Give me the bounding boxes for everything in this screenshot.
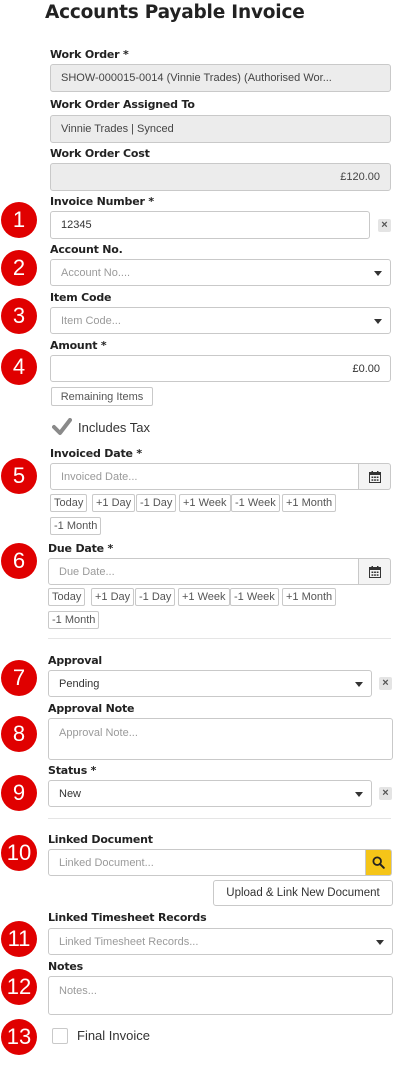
amount-input[interactable]: £0.00 [50, 355, 391, 382]
chevron-down-icon [374, 318, 382, 324]
linked-document-search-button[interactable] [366, 849, 392, 876]
badge-13: 13 [1, 1019, 37, 1055]
status-value: New [59, 787, 82, 800]
badge-3: 3 [1, 298, 37, 334]
clear-status-icon[interactable]: × [379, 787, 392, 800]
item-code-placeholder: Item Code... [61, 314, 121, 327]
work-order-label: Work Order * [50, 48, 129, 61]
due-date-input[interactable]: Due Date... [48, 558, 359, 585]
approval-note-textarea[interactable]: Approval Note... [48, 718, 393, 760]
notes-textarea[interactable]: Notes... [48, 976, 393, 1015]
status-select[interactable]: New [48, 780, 372, 807]
due-date-calendar-button[interactable] [359, 558, 391, 585]
badge-2: 2 [1, 250, 37, 286]
badge-10: 10 [1, 835, 37, 871]
due-quick-minus-1-month[interactable]: -1 Month [48, 611, 100, 629]
badge-9: 9 [1, 775, 37, 811]
notes-label: Notes [48, 960, 84, 973]
badge-6: 6 [1, 543, 37, 579]
badge-5: 5 [1, 458, 37, 494]
account-no-label: Account No. [50, 243, 123, 256]
final-invoice-checkbox[interactable] [52, 1028, 68, 1044]
invoice-number-input[interactable]: 12345 [50, 211, 370, 239]
due-quick-minus-1-day[interactable]: -1 Day [135, 588, 176, 606]
badge-4: 4 [1, 349, 37, 385]
search-icon [372, 856, 385, 869]
remaining-items-button[interactable]: Remaining Items [51, 387, 153, 406]
approval-label: Approval [48, 654, 103, 667]
due-date-label: Due Date * [48, 542, 114, 555]
invoiced-date-placeholder: Invoiced Date... [61, 470, 138, 483]
assigned-to-value: Vinnie Trades | Synced [61, 123, 174, 135]
notes-placeholder: Notes... [59, 985, 97, 997]
clear-invoice-number-icon[interactable]: × [378, 219, 391, 232]
final-invoice-label: Final Invoice [77, 1028, 150, 1043]
work-order-value: SHOW-000015-0014 (Vinnie Trades) (Author… [61, 72, 332, 84]
invoiced-quick-plus-1-week[interactable]: +1 Week [179, 494, 231, 512]
upload-link-document-button[interactable]: Upload & Link New Document [213, 880, 393, 906]
invoiced-quick-minus-1-week[interactable]: -1 Week [231, 494, 280, 512]
cost-field: £120.00 [50, 163, 391, 191]
assigned-to-field: Vinnie Trades | Synced [50, 115, 391, 143]
invoiced-quick-minus-1-month[interactable]: -1 Month [50, 517, 102, 535]
approval-select[interactable]: Pending [48, 670, 372, 697]
chevron-down-icon [376, 939, 384, 945]
approval-note-label: Approval Note [48, 702, 135, 715]
divider [48, 638, 391, 639]
badge-7: 7 [1, 660, 37, 696]
approval-value: Pending [59, 677, 100, 690]
chevron-down-icon [374, 270, 382, 276]
invoiced-quick-plus-1-day[interactable]: +1 Day [92, 494, 136, 512]
linked-document-placeholder: Linked Document... [59, 856, 154, 869]
invoiced-date-label: Invoiced Date * [50, 447, 142, 460]
calendar-icon [368, 470, 381, 483]
item-code-select[interactable]: Item Code... [50, 307, 391, 334]
cost-value: £120.00 [340, 171, 380, 183]
linked-timesheets-placeholder: Linked Timesheet Records... [59, 935, 199, 948]
due-quick-minus-1-week[interactable]: -1 Week [230, 588, 279, 606]
invoice-number-value: 12345 [61, 219, 92, 231]
linked-document-label: Linked Document [48, 833, 153, 846]
assigned-to-label: Work Order Assigned To [50, 98, 195, 111]
includes-tax-checkbox[interactable] [52, 418, 72, 436]
includes-tax-label: Includes Tax [78, 420, 151, 435]
invoiced-date-input[interactable]: Invoiced Date... [50, 463, 359, 490]
clear-approval-icon[interactable]: × [379, 677, 392, 690]
chevron-down-icon [355, 681, 363, 687]
invoice-number-label: Invoice Number * [50, 195, 154, 208]
cost-label: Work Order Cost [50, 147, 150, 160]
due-quick-plus-1-day[interactable]: +1 Day [91, 588, 135, 606]
invoiced-date-calendar-button[interactable] [359, 463, 391, 490]
due-quick-plus-1-month[interactable]: +1 Month [282, 588, 337, 606]
page-title: Accounts Payable Invoice [45, 2, 305, 23]
status-label: Status * [48, 764, 97, 777]
account-no-select[interactable]: Account No.... [50, 259, 391, 286]
linked-document-input[interactable]: Linked Document... [48, 849, 366, 876]
divider [48, 818, 391, 819]
linked-timesheets-label: Linked Timesheet Records [48, 911, 207, 924]
badge-11: 11 [1, 921, 37, 957]
account-no-placeholder: Account No.... [61, 266, 131, 279]
badge-12: 12 [1, 969, 37, 1005]
calendar-icon [368, 565, 381, 578]
invoiced-quick-today[interactable]: Today [50, 494, 88, 512]
badge-8: 8 [1, 716, 37, 752]
badge-1: 1 [1, 202, 37, 238]
item-code-label: Item Code [50, 291, 112, 304]
amount-value: £0.00 [352, 362, 380, 375]
due-quick-today[interactable]: Today [48, 588, 86, 606]
invoiced-quick-minus-1-day[interactable]: -1 Day [136, 494, 177, 512]
amount-label: Amount * [50, 339, 107, 352]
check-icon [52, 418, 72, 435]
invoiced-quick-plus-1-month[interactable]: +1 Month [282, 494, 337, 512]
work-order-field: SHOW-000015-0014 (Vinnie Trades) (Author… [50, 64, 391, 92]
due-date-placeholder: Due Date... [59, 565, 115, 578]
linked-timesheets-select[interactable]: Linked Timesheet Records... [48, 928, 393, 955]
due-quick-plus-1-week[interactable]: +1 Week [178, 588, 230, 606]
chevron-down-icon [355, 791, 363, 797]
approval-note-placeholder: Approval Note... [59, 727, 138, 739]
